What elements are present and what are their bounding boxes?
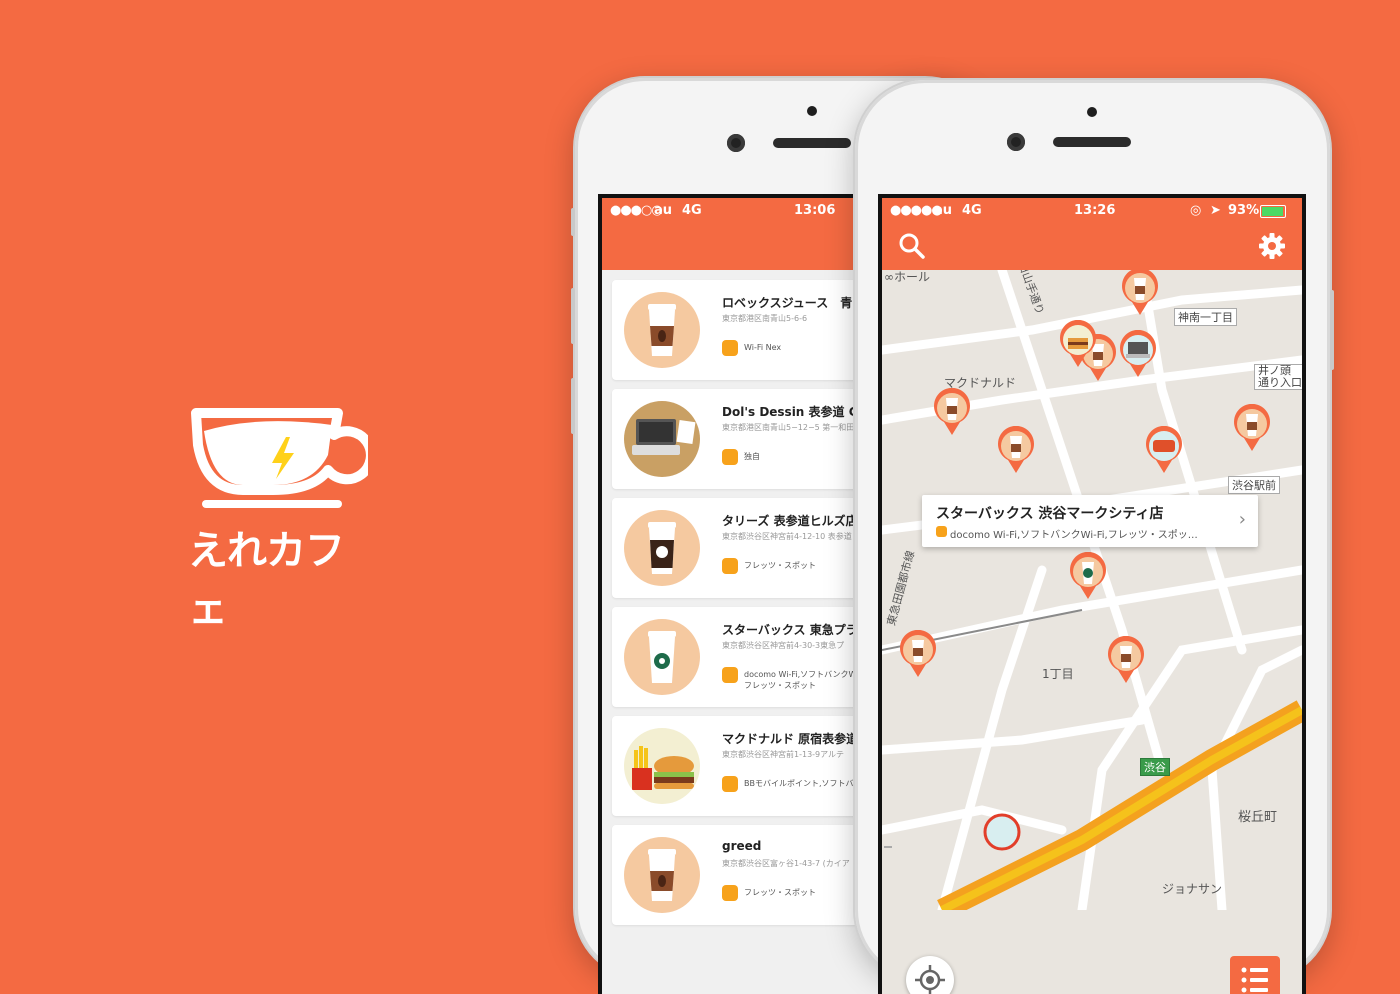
map-sign-shibuya: 渋谷 [1140, 758, 1170, 776]
wifi-icon [722, 449, 738, 465]
map-pin-coffee-icon[interactable] [932, 388, 972, 436]
phone-power-button [1330, 290, 1334, 370]
cafe-address: 東京都港区南青山5−12−5 第一和田 [722, 423, 855, 432]
callout-title: スターバックス 渋谷マークシティ店 [936, 506, 1164, 522]
crosshair-icon [915, 965, 945, 994]
phone-sensor [807, 106, 817, 116]
cafe-wifi: BBモバイルポイント,ソフトバンク [744, 779, 870, 788]
search-icon[interactable] [898, 232, 926, 260]
phone-speaker [773, 138, 851, 148]
network-label: 4G [682, 203, 702, 218]
map-pin-coffee-icon[interactable] [1106, 636, 1146, 684]
cafe-wifi: Wi-Fi Nex [744, 343, 782, 352]
wifi-icon [722, 667, 738, 683]
cafe-title: greed [722, 839, 762, 853]
map-pin-sofa-icon[interactable] [1144, 426, 1184, 474]
gear-icon[interactable] [1258, 232, 1286, 260]
wifi-icon [722, 340, 738, 356]
map-label-jonathan: ジョナサン [1162, 882, 1223, 896]
map-view[interactable]: ∞ホール マクドナルド 1丁目 桜丘町 ジョナサン 旧山手通り 東急田園都市線 … [882, 270, 1302, 994]
rotation-lock-icon: ◎ [1190, 203, 1202, 218]
status-bar: ●●●●● au 4G 13:26 ◎ ➤ 93% [882, 198, 1302, 224]
wifi-icon [722, 558, 738, 574]
map-pin-coffee-icon[interactable] [1232, 404, 1272, 452]
cafe-callout[interactable]: スターバックス 渋谷マークシティ店 docomo Wi-Fi,ソフトバンクWi-… [922, 495, 1258, 547]
map-label-sakuragaoka: 桜丘町 [1238, 810, 1278, 825]
callout-wifi: docomo Wi-Fi,ソフトバンクWi-Fi,フレッツ・スポッ… [950, 530, 1198, 541]
map-pin-route-icon[interactable] [982, 810, 1022, 858]
wifi-icon [936, 526, 947, 537]
coffee-cup-icon [624, 837, 700, 913]
wifi-icon [722, 776, 738, 792]
phone-volume-down [571, 378, 575, 434]
cafe-wifi: フレッツ・スポット [744, 561, 816, 570]
chevron-right-icon: › [1238, 509, 1246, 530]
phone-side-button [571, 208, 575, 236]
cafe-wifi: 独自 [744, 452, 760, 461]
cafe-address: 東京都渋谷区神宮前1-13-9アルテ [722, 750, 845, 759]
map-sign-shibuya-station: 渋谷駅前 [1228, 476, 1280, 494]
phone-volume-up [571, 288, 575, 344]
cafe-title: スターバックス 東急プラ [722, 623, 858, 637]
clock-label: 13:06 [794, 203, 836, 218]
location-arrow-icon: ➤ [1210, 203, 1221, 218]
map-pin-coffee-icon[interactable] [1120, 270, 1160, 316]
cafe-title: ロベックスジュース 青山 [722, 296, 865, 310]
cafe-address: 東京都渋谷区神宮前4-12-10 表参道 [722, 532, 852, 541]
locate-me-button[interactable] [906, 956, 954, 994]
clock-label: 13:26 [1074, 203, 1116, 218]
battery-label: 93% [1228, 203, 1260, 218]
screen-map: ●●●●● au 4G 13:26 ◎ ➤ 93% ∞ホール マクドナルド 1丁… [878, 194, 1306, 994]
coffee-cup-icon [624, 292, 700, 368]
nav-bar [882, 224, 1302, 270]
map-sign-nanpeidai [884, 846, 892, 848]
wifi-icon [722, 885, 738, 901]
cafe-address: 東京都渋谷区神宮前4-30-3東急プ [722, 641, 845, 650]
map-sign-inokashira: 井ノ頭 通り入口 [1254, 364, 1302, 390]
cafe-wifi: docomo Wi-Fi,ソフトバンクWi- フレッツ・スポット [744, 670, 862, 690]
map-pin-laptop-icon[interactable] [1118, 330, 1158, 378]
front-camera-icon [1007, 133, 1025, 151]
phone-map-frame: ●●●●● au 4G 13:26 ◎ ➤ 93% ∞ホール マクドナルド 1丁… [855, 80, 1334, 994]
laptop-icon [624, 401, 700, 477]
carrier-label: au [654, 203, 673, 218]
map-pin-coffee-icon[interactable] [898, 630, 938, 678]
cafe-address: 東京都港区南青山5-6-6 [722, 314, 808, 323]
cafe-wifi: フレッツ・スポット [744, 888, 816, 897]
map-pin-coffee-icon[interactable] [996, 426, 1036, 474]
cafe-address: 東京都渋谷区富ヶ谷1-43-7 (カイア [722, 859, 850, 868]
burger-icon [624, 728, 700, 804]
starbucks-cup-icon [624, 619, 700, 695]
map-label-hall: ∞ホール [884, 270, 930, 284]
map-sign-jinnan: 神南一丁目 [1174, 308, 1237, 326]
app-logo-text: えれカフェ [188, 528, 345, 632]
map-pin-burger-icon[interactable] [1058, 320, 1098, 368]
cafe-title: マクドナルド 原宿表参道 [722, 732, 859, 746]
map-pin-starbucks-icon[interactable] [1068, 552, 1108, 600]
list-icon [1241, 967, 1268, 993]
list-view-button[interactable] [1230, 956, 1280, 994]
carrier-label: au [934, 203, 953, 218]
phone-sensor [1087, 107, 1097, 117]
phone-speaker [1053, 137, 1131, 147]
cafe-title: タリーズ 表参道ヒルズ店 [722, 514, 858, 528]
front-camera-icon [727, 134, 745, 152]
network-label: 4G [962, 203, 982, 218]
tullys-cup-icon [624, 510, 700, 586]
battery-icon [1260, 205, 1286, 218]
map-label-chome1: 1丁目 [1042, 667, 1074, 681]
